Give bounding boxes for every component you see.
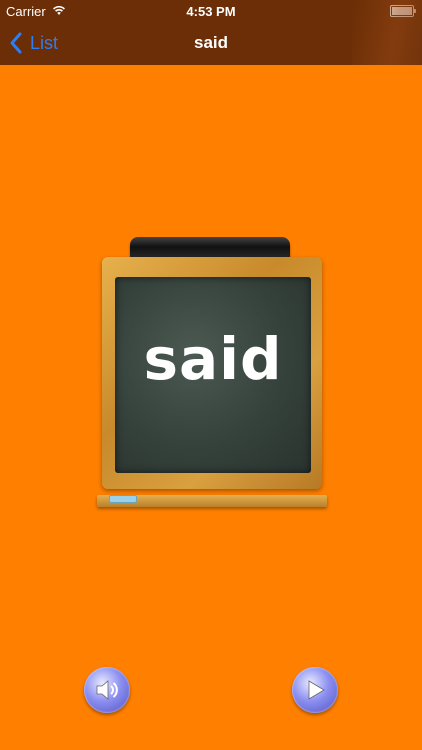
play-sound-button[interactable]: [84, 667, 130, 713]
next-button[interactable]: [292, 667, 338, 713]
speaker-icon: [96, 680, 118, 700]
chalkboard-clip: [130, 237, 290, 259]
chalkboard-frame: said: [102, 257, 322, 489]
navigation-bar: List said: [0, 0, 422, 65]
chalk-piece: [109, 495, 137, 503]
back-button-label: List: [30, 32, 59, 53]
sight-word: said: [143, 325, 283, 393]
chalkboard-surface: said: [115, 277, 311, 473]
play-icon: [308, 680, 325, 700]
page-title: said: [193, 33, 229, 52]
back-button[interactable]: List: [8, 30, 58, 56]
chalkboard: said: [97, 233, 327, 523]
chevron-left-icon: [10, 32, 22, 54]
